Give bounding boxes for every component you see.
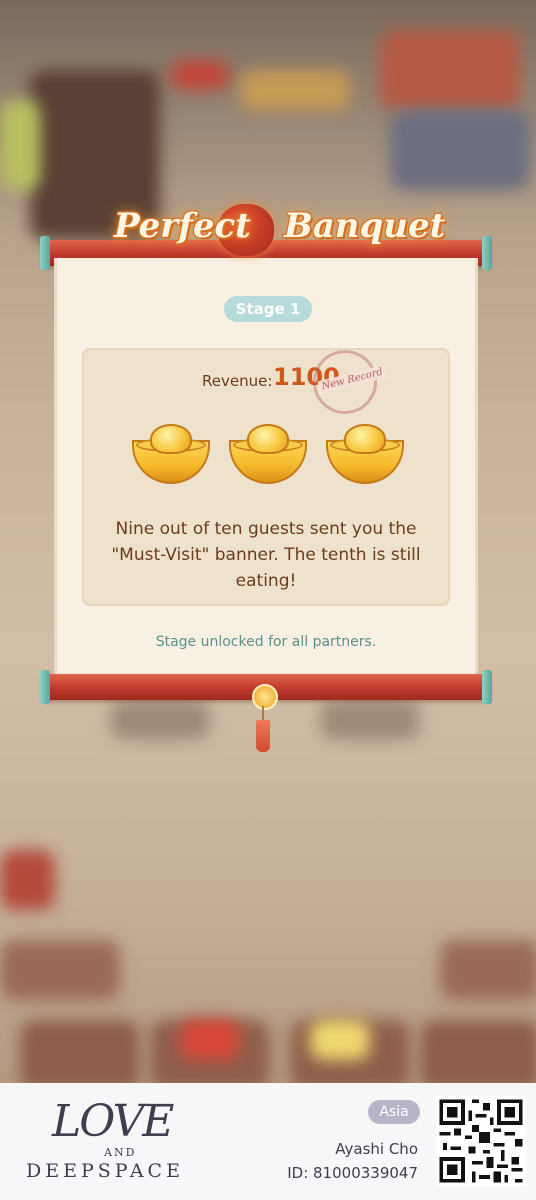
revenue-label: Revenue: [202, 372, 273, 390]
tassel-icon [256, 720, 270, 752]
region-badge: Asia [368, 1100, 420, 1124]
gold-ingot-icon [132, 420, 210, 484]
player-id: ID: 81000339047 [287, 1164, 418, 1182]
qr-code-icon [436, 1096, 526, 1186]
unlock-note: Stage unlocked for all partners. [155, 634, 377, 650]
game-logo-and: AND [104, 1146, 137, 1159]
banner-title-word2: Banquet [284, 206, 446, 246]
game-logo-deepspace: DEEPSPACE [26, 1160, 184, 1182]
stage-badge: Stage 1 [224, 296, 312, 322]
gold-ingot-icon [326, 420, 404, 484]
player-name: Ayashi Cho [335, 1140, 418, 1158]
result-message: Nine out of ten guests sent you the "Mus… [111, 519, 421, 591]
coin-pendant-icon [252, 684, 278, 710]
game-logo-love: LOVE [52, 1096, 174, 1147]
banner-title: Perfect Banquet [108, 196, 445, 266]
gold-ingot-icon [229, 420, 307, 484]
banner-title-word1: Perfect [114, 206, 251, 246]
